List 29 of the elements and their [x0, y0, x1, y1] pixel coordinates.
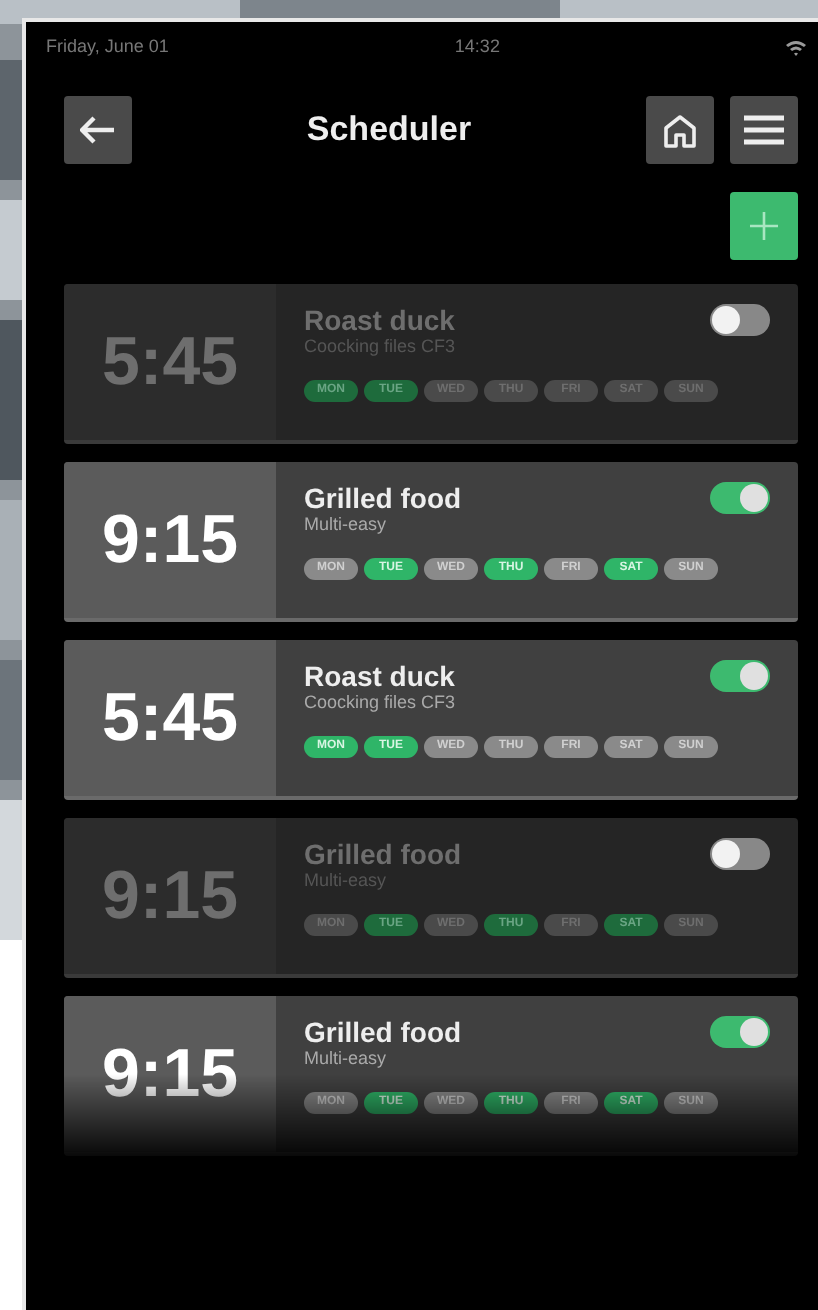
back-button[interactable] [64, 96, 132, 164]
screen-title: Scheduler [306, 110, 472, 148]
toggle-switch[interactable] [710, 304, 770, 336]
home-button[interactable] [646, 96, 714, 164]
status-date: Friday, June 01 [46, 33, 169, 60]
schedule-program: Coocking files CF3 [304, 692, 456, 714]
toggle-switch[interactable] [710, 838, 770, 870]
schedule-program: Multi-easy [304, 1048, 389, 1070]
back-arrow-icon [80, 116, 116, 144]
schedule-time: 9:15 [64, 996, 276, 1152]
schedule-name: Roast duck [304, 304, 456, 336]
wifi-icon [786, 39, 806, 55]
toggle-switch[interactable] [710, 660, 770, 692]
menu-icon [744, 114, 784, 146]
plus-icon [750, 212, 778, 240]
menu-button[interactable] [730, 96, 798, 164]
schedule-name: Grilled food [304, 482, 462, 514]
schedule-name: Grilled food [304, 838, 462, 870]
schedule-time: 5:45 [64, 284, 276, 440]
toggle-switch[interactable] [710, 1016, 770, 1048]
schedule-name: Grilled food [304, 1016, 462, 1048]
status-time: 14:32 [454, 33, 500, 60]
home-icon [662, 113, 698, 147]
schedule-time: 5:45 [64, 640, 276, 796]
toggle-switch[interactable] [710, 482, 770, 514]
schedule-name: Roast duck [304, 660, 456, 692]
schedule-time: 9:15 [64, 818, 276, 974]
schedule-program: Multi-easy [304, 514, 389, 536]
schedule-time: 9:15 [64, 462, 276, 618]
